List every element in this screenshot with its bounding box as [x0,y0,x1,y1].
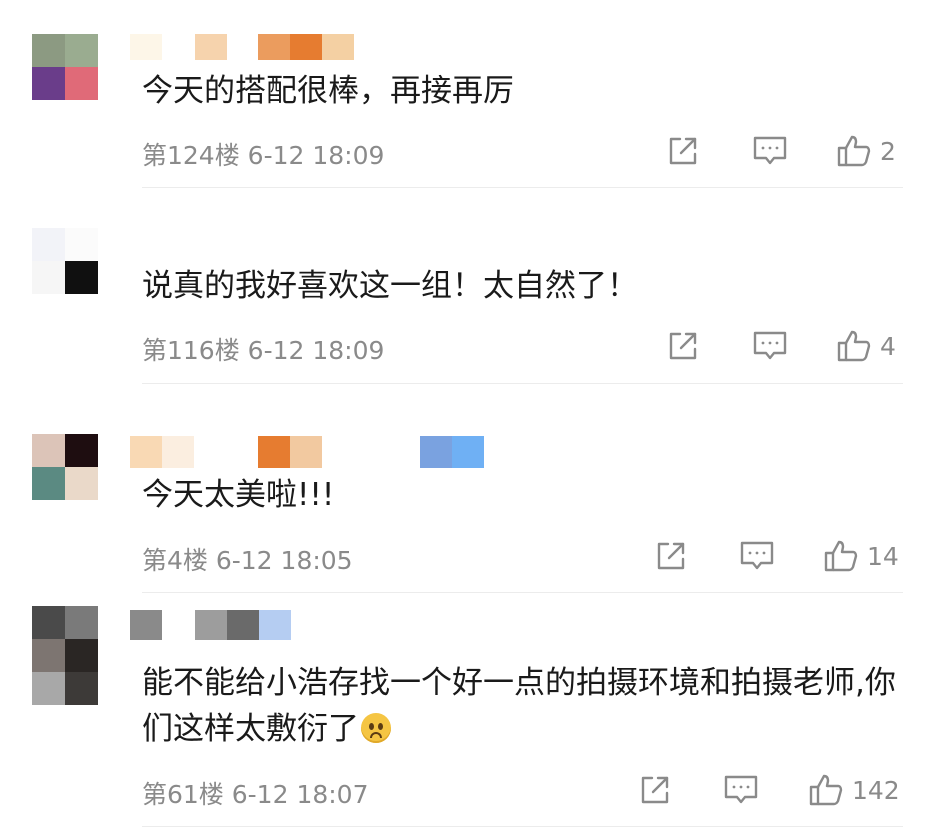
share-button[interactable] [666,326,700,366]
like-button[interactable]: 14 [823,536,899,576]
avatar[interactable] [32,228,98,294]
comment-text: 今天太美啦!!! [142,477,335,513]
avatar[interactable] [32,606,98,705]
like-icon [809,774,843,806]
comment-actions: 142 [0,770,931,810]
divider [142,383,903,384]
avatar[interactable] [32,434,98,500]
reply-button[interactable] [752,326,788,366]
comment-icon [740,541,774,570]
like-icon [824,540,858,572]
like-button[interactable]: 4 [836,326,896,366]
comment-text: 今天的搭配很棒，再接再厉 [142,73,514,109]
share-icon [669,332,697,360]
comment-actions: 4 [0,326,931,366]
share-button[interactable] [654,536,688,576]
reply-button[interactable] [752,131,788,171]
comment-actions: 14 [0,536,931,576]
like-count: 2 [880,136,896,166]
like-icon [837,135,871,167]
reply-button[interactable] [723,770,759,810]
share-button[interactable] [638,770,672,810]
comment-text: 说真的我好喜欢这一组！太自然了！ [142,268,638,304]
divider [142,187,903,188]
like-count: 142 [852,775,900,805]
reply-button[interactable] [739,536,775,576]
like-icon [837,330,871,362]
divider [142,592,903,593]
share-button[interactable] [666,131,700,171]
divider [142,826,903,827]
comment-actions: 2 [0,131,931,171]
avatar[interactable] [32,34,98,100]
comment-text: 能不能给小浩存找一个好一点的拍摄环境和拍摄老师,你们这样太敷衍了 [142,660,912,752]
comment-icon [724,775,758,804]
like-count: 14 [867,541,899,571]
like-count: 4 [880,331,896,361]
share-icon [669,137,697,165]
like-button[interactable]: 2 [836,131,896,171]
like-button[interactable]: 142 [808,770,900,810]
comment-text-content: 能不能给小浩存找一个好一点的拍摄环境和拍摄老师,你们这样太敷衍了 [142,665,896,747]
comment-icon [753,136,787,165]
share-icon [641,776,669,804]
comment-icon [753,331,787,360]
worried-face-emoji [361,713,391,743]
share-icon [657,542,685,570]
